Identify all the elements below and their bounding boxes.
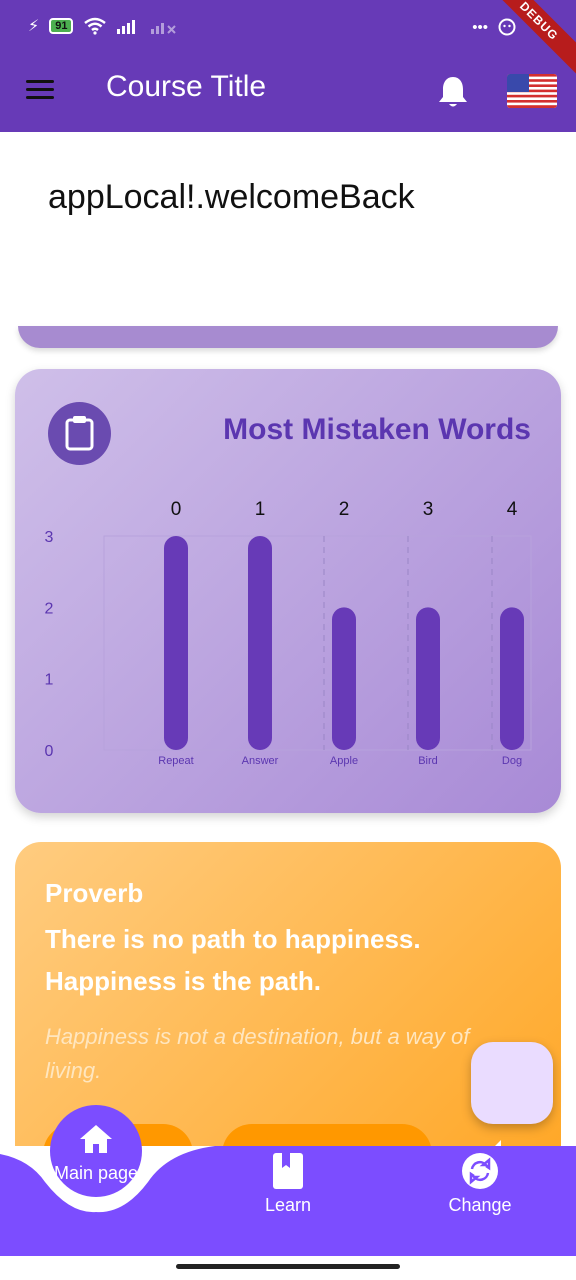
bar-top-label: 3 [423,499,434,520]
status-bar: ⚡ 91 ••• DEBUG [0,0,576,82]
nav-label-learn: Learn [264,1195,312,1215]
welcome-text: appLocal!.welcomeBack [48,178,415,216]
y-tick-label: 2 [45,600,54,617]
signal-icon [117,20,136,34]
bar [164,536,188,750]
bar-top-label: 2 [339,499,350,520]
app-bar: ⚡ 91 ••• DEBUG Course Title [0,0,576,132]
y-tick-label: 3 [45,529,54,546]
x-tick-label: Dog [502,755,522,767]
floating-action-button[interactable] [471,1042,553,1124]
most-mistaken-words-card: Most Mistaken Words 0 1 2 3 0 Repeat 1 Answer 2 A… [15,369,561,813]
bar [248,536,272,750]
charging-icon: ⚡ [28,18,40,35]
nav-label-main-page: Main page [53,1163,139,1183]
signal-off-icon [151,23,177,34]
battery-indicator: 91 [49,18,74,34]
previous-card-edge [18,326,558,348]
nav-label-change: Change [448,1195,512,1215]
y-tick-label: 1 [45,672,54,689]
home-icon [80,1125,112,1153]
bar-top-label: 4 [507,499,518,520]
bar [500,607,524,750]
debug-banner: DEBUG [478,0,576,82]
bar-top-label: 0 [171,499,182,520]
menu-icon[interactable] [26,78,56,102]
bell-icon[interactable] [436,74,470,110]
x-tick-label: Answer [242,755,279,767]
sync-icon [462,1153,498,1189]
page-title: Course Title [106,70,267,103]
bar-top-label: 1 [255,499,266,520]
home-indicator [176,1264,400,1269]
bar [332,607,356,750]
proverb-text: There is no path to happiness. Happiness… [45,924,421,996]
x-tick-label: Repeat [158,755,193,767]
proverb-heading: Proverb [45,878,144,908]
bar-chart: 0 1 2 3 0 Repeat 1 Answer 2 Apple 3 Bird 4 Dog [45,499,532,767]
more-dots-icon: ••• [472,18,488,36]
proverb-meaning: Happiness is not a destination, but a wa… [45,1024,470,1083]
face-icon [498,18,516,36]
book-icon [273,1153,303,1189]
x-tick-label: Bird [418,755,438,767]
y-tick-label: 0 [45,743,54,760]
x-tick-label: Apple [330,755,358,767]
bar [416,607,440,750]
wifi-icon [84,17,107,35]
us-flag-icon[interactable] [507,74,557,108]
